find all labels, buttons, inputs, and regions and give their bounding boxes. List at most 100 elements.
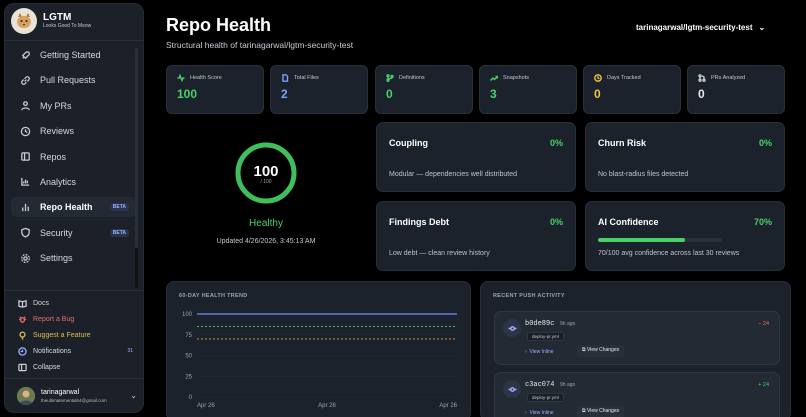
y-tick-label: 100 xyxy=(182,312,193,318)
y-tick-label: 25 xyxy=(185,374,192,380)
sidebar-item-pull-requests[interactable]: Pull Requests xyxy=(11,70,137,90)
confidence-bar xyxy=(598,238,722,242)
sidebar-item-my-prs[interactable]: My PRs xyxy=(11,96,137,116)
sidebar-item-label: Settings xyxy=(40,253,73,264)
commit-icon xyxy=(503,380,521,398)
view-changes-label: View Changes xyxy=(586,347,620,353)
health-score-value: 100 xyxy=(253,163,279,180)
health-status: Healthy xyxy=(249,218,283,229)
push-activity-panel: RECENT PUSH ACTIVITY b0de89c 9h ago − 24… xyxy=(480,281,791,417)
external-link-icon: ⧉ xyxy=(582,408,586,414)
gear-icon xyxy=(19,252,31,264)
sidebar-item-reviews[interactable]: Reviews xyxy=(11,121,137,141)
health-trend-chart: 100 75 50 25 0 Apr 26 Apr 26 Apr 26 xyxy=(182,312,458,409)
report-bug-link[interactable]: Report a Bug xyxy=(17,311,137,327)
sidebar-item-label: Repos xyxy=(40,151,67,162)
stat-value: 2 xyxy=(281,87,288,101)
app-name: LGTM xyxy=(43,12,72,23)
commit-hash: c3ac074 xyxy=(525,381,555,389)
app-tagline: Looks Good To Meow xyxy=(43,23,92,29)
history-icon xyxy=(19,125,31,137)
push-item[interactable]: b0de89c 9h ago − 24 deploy-pr.yml › View… xyxy=(494,311,780,365)
card-title: Coupling xyxy=(389,138,428,148)
x-tick-label: Apr 26 xyxy=(318,403,336,409)
external-link-icon: ⧉ xyxy=(582,347,586,353)
branch-icon xyxy=(698,74,706,82)
stat-value: 0 xyxy=(594,87,601,101)
stat-prs-analyzed: PRs Analyzed 0 xyxy=(687,65,785,114)
clock-icon xyxy=(594,74,602,82)
repo-selector[interactable]: tarinagarwal/lgtm-security-test ⌄ xyxy=(636,23,765,32)
user-name: tarinagarwal xyxy=(41,388,80,396)
card-percent: 70% xyxy=(753,217,772,227)
findings-debt-card: Findings Debt 0% Low debt — clean review… xyxy=(376,201,576,271)
view-changes-button[interactable]: ⧉ View Changes xyxy=(577,345,625,357)
suggest-feature-link[interactable]: Suggest a Feature xyxy=(17,327,137,343)
brand[interactable]: LGTM Looks Good To Meow xyxy=(5,4,143,38)
stat-label: PRs Analyzed xyxy=(711,75,746,81)
avatar xyxy=(17,386,35,405)
commit-time: 9h ago xyxy=(560,382,576,388)
user-email: theultimatemental64@gmail.com xyxy=(41,397,107,403)
sidebar-item-getting-started[interactable]: Getting Started xyxy=(11,45,137,65)
health-trend-panel: 60-DAY HEALTH TREND 100 75 50 25 0 Apr 26 Apr … xyxy=(166,281,471,417)
stat-label: Definitions xyxy=(399,75,425,81)
sidebar-item-label: Reviews xyxy=(40,126,75,137)
notifications-icon xyxy=(17,346,27,356)
sidebar-item-label: Security xyxy=(40,227,73,238)
cat-logo-icon xyxy=(11,8,37,34)
card-title: Churn Risk xyxy=(598,138,647,148)
view-inline-label: View Inline xyxy=(529,410,554,416)
chevron-down-icon: ⌄ xyxy=(130,391,137,400)
trend-icon xyxy=(490,74,498,82)
beta-badge: BETA xyxy=(109,228,129,237)
card-description: 70/100 avg confidence across last 30 rev… xyxy=(598,250,740,257)
sidebar: LGTM Looks Good To Meow Getting Started … xyxy=(4,3,144,413)
stat-label: Health Score xyxy=(190,75,222,81)
user-icon xyxy=(19,100,31,112)
view-changes-button[interactable]: ⧉ View Changes xyxy=(577,406,625,417)
collapse-button[interactable]: Collapse xyxy=(17,359,137,375)
file-icon xyxy=(281,74,289,82)
stat-definitions: Definitions 0 xyxy=(375,65,473,114)
pulse-icon xyxy=(177,74,185,82)
stat-value: 0 xyxy=(386,87,393,101)
sidebar-item-label: Repo Health xyxy=(40,202,93,213)
commit-icon xyxy=(503,319,521,337)
book-icon xyxy=(19,151,31,163)
card-percent: 0% xyxy=(758,138,772,148)
book-open-icon xyxy=(17,298,27,308)
view-inline-button[interactable]: › View Inline xyxy=(525,349,554,355)
sidebar-item-repos[interactable]: Repos xyxy=(11,147,137,167)
churn-risk-card: Churn Risk 0% No blast-radius files dete… xyxy=(585,122,785,192)
view-inline-button[interactable]: › View Inline xyxy=(525,410,554,416)
sidebar-scroll-thumb[interactable] xyxy=(135,48,138,248)
collapse-icon xyxy=(17,362,27,372)
view-inline-label: View Inline xyxy=(529,349,554,355)
user-menu[interactable]: tarinagarwal theultimatemental64@gmail.c… xyxy=(5,378,143,412)
section-title: RECENT PUSH ACTIVITY xyxy=(493,293,565,299)
sidebar-item-label: Pull Requests xyxy=(40,75,96,86)
collapse-label: Collapse xyxy=(33,363,61,371)
coupling-card: Coupling 0% Modular — dependencies well … xyxy=(376,122,576,192)
card-description: Low debt — clean review history xyxy=(389,250,490,257)
bug-icon xyxy=(17,314,27,324)
sidebar-item-repo-health[interactable]: Repo Health BETA xyxy=(11,197,137,218)
sidebar-item-security[interactable]: Security BETA xyxy=(11,223,137,243)
ai-confidence-card: AI Confidence 70% 70/100 avg confidence … xyxy=(585,201,785,271)
stat-value: 0 xyxy=(698,87,705,101)
beta-badge: BETA xyxy=(109,203,129,212)
card-title: Findings Debt xyxy=(389,217,449,227)
chevron-right-icon: › xyxy=(525,410,527,416)
sidebar-item-analytics[interactable]: Analytics xyxy=(11,172,137,192)
stat-days-tracked: Days Tracked 0 xyxy=(583,65,681,114)
sidebar-item-settings[interactable]: Settings xyxy=(11,248,137,268)
docs-link[interactable]: Docs xyxy=(17,295,137,311)
stat-value: 100 xyxy=(177,87,198,101)
rocket-icon xyxy=(19,49,31,61)
commit-hash: b0de89c xyxy=(525,320,555,328)
push-item[interactable]: c3ac074 9h ago + 24 deploy-pr.yml › View… xyxy=(494,372,780,417)
confidence-bar-fill xyxy=(598,238,685,242)
page-subtitle: Structural health of tarinagarwal/lgtm-s… xyxy=(166,40,354,50)
notifications-link[interactable]: Notifications 31 xyxy=(17,343,137,359)
